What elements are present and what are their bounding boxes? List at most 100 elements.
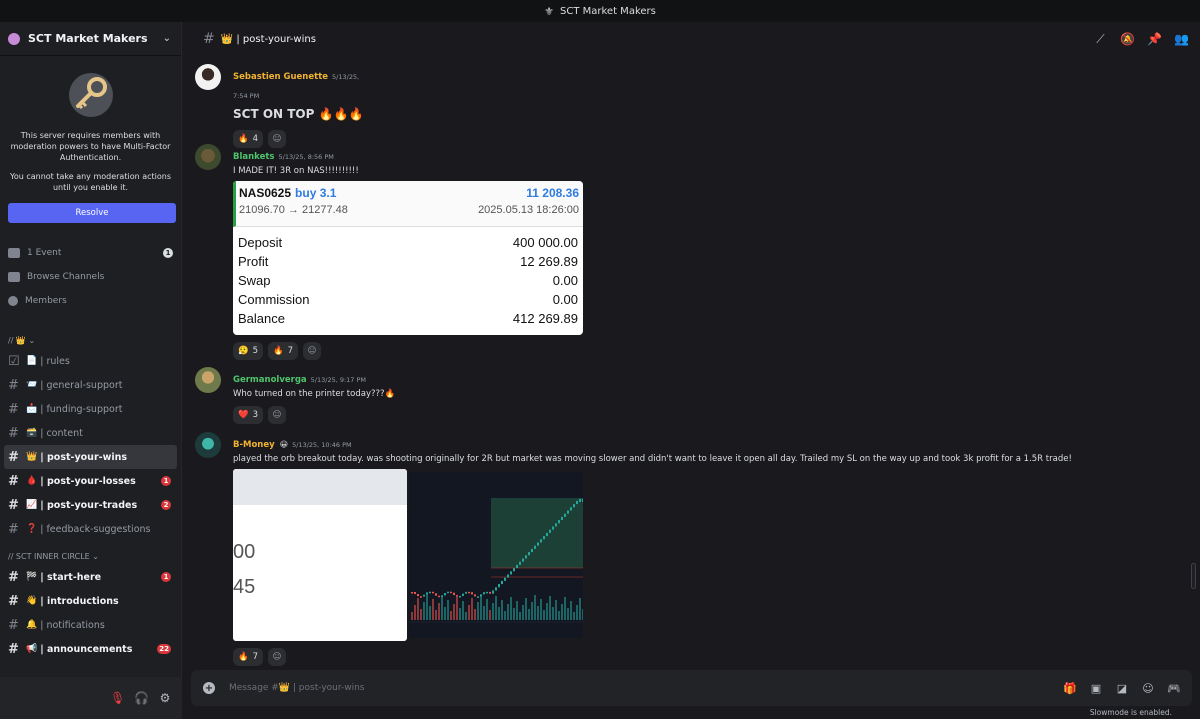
volume-bar	[498, 607, 500, 620]
mention-badge: 1	[161, 476, 171, 486]
trade-row: Commission 0.00	[238, 290, 578, 309]
resolve-button[interactable]: Resolve	[8, 203, 176, 223]
message-composer: + Message #👑 | post-your-wins 🎁 ▣ ◪ ☺ 🎮	[191, 670, 1192, 706]
reaction-relieved[interactable]: 😮‍💨 5	[233, 342, 264, 360]
volume-bar	[510, 597, 512, 620]
candle	[537, 542, 539, 546]
nav-events[interactable]: 1 Event 1	[0, 241, 181, 265]
hash-icon: #	[8, 377, 19, 393]
volume-bar	[504, 611, 506, 620]
image-number-1: 00	[233, 541, 256, 563]
candle	[510, 571, 512, 575]
reaction-emoji: 🔥	[238, 652, 249, 662]
volume-bar	[477, 602, 479, 620]
attachment-image-2[interactable]	[409, 472, 583, 638]
channel-name: | introductions	[40, 595, 119, 607]
reaction-fire[interactable]: 🔥 7	[233, 648, 264, 666]
pin-icon[interactable]: 📌	[1147, 32, 1162, 46]
username[interactable]: Sebastien Guenette	[233, 72, 328, 82]
emoji-icon[interactable]: ☺	[1142, 682, 1154, 695]
candle	[435, 593, 437, 596]
add-reaction-icon[interactable]: ☺	[303, 342, 322, 360]
channel-name: | funding-support	[40, 403, 123, 415]
trade-row: Deposit 400 000.00	[238, 233, 578, 252]
avatar[interactable]	[195, 432, 221, 458]
nav-members[interactable]: Members	[0, 289, 181, 313]
reaction-fire[interactable]: 🔥 7	[268, 342, 299, 360]
hash-icon: #	[8, 593, 19, 609]
username[interactable]: B-Money	[233, 440, 275, 450]
trade-screenshot[interactable]: NAS0625 buy 3.1 11 208.36 21096.70 → 212…	[233, 181, 583, 335]
volume-bar	[525, 598, 527, 620]
apps-gamepad-icon[interactable]: 🎮	[1167, 682, 1181, 695]
username[interactable]: Germanolverga	[233, 375, 307, 385]
volume-bar	[513, 608, 515, 620]
channel-post-your-losses[interactable]: # 🩸 | post-your-losses 1	[0, 469, 177, 493]
events-count-badge: 1	[163, 248, 173, 258]
channel-emoji: 🏁	[26, 572, 38, 582]
category-inner-circle[interactable]: // SCT INNER CIRCLE ⌄	[0, 547, 181, 565]
hash-icon: #	[203, 31, 215, 47]
attach-plus-icon[interactable]: +	[203, 682, 215, 694]
candle	[447, 591, 449, 594]
add-reaction-icon[interactable]: ☺	[268, 648, 287, 666]
reaction-count: 4	[252, 134, 259, 144]
gif-icon[interactable]: ▣	[1090, 682, 1102, 695]
channel-general-support[interactable]: # 📨 | general-support	[0, 373, 177, 397]
volume-bar	[435, 610, 437, 620]
chat-scrollbar[interactable]	[1191, 563, 1196, 589]
volume-bar	[423, 602, 425, 620]
channel-emoji: 🗃️	[26, 428, 38, 438]
channel-content[interactable]: # 🗃️ | content	[0, 421, 177, 445]
trade-profit: 11 208.36	[526, 186, 579, 200]
settings-gear-icon[interactable]: ⚙	[158, 691, 172, 705]
volume-bar	[567, 608, 569, 620]
chevron-down-icon[interactable]: ⌄	[163, 33, 171, 44]
volume-bar	[486, 599, 488, 620]
volume-bar	[570, 601, 572, 620]
username[interactable]: Blankets	[233, 152, 275, 162]
channel-name: | post-your-trades	[40, 499, 138, 511]
channel-introductions[interactable]: # 👋 | introductions	[0, 589, 177, 613]
category-crown[interactable]: // 👑 ⌄	[0, 331, 181, 349]
candle	[411, 592, 413, 594]
channel-rules[interactable]: ☑ 📄 | rules	[0, 349, 177, 373]
channel-announcements[interactable]: # 📢 | announcements 22	[0, 637, 177, 661]
candle	[474, 594, 476, 597]
avatar[interactable]	[195, 64, 221, 90]
threads-icon[interactable]: ⟋	[1094, 32, 1107, 46]
image-attachments: 00 45	[233, 469, 583, 641]
avatar[interactable]	[195, 367, 221, 393]
channel-notifications[interactable]: # 🔔 | notifications	[0, 613, 177, 637]
message-text: played the orb breakout today. was shoot…	[233, 454, 1072, 464]
message-input[interactable]: Message #👑 | post-your-wins	[229, 683, 365, 693]
reaction-count: 5	[252, 346, 259, 356]
reaction-heart[interactable]: ❤️ 3	[233, 406, 264, 424]
server-header[interactable]: SCT Market Makers ⌄	[0, 22, 181, 56]
channel-start-here[interactable]: # 🏁 | start-here 1	[0, 565, 177, 589]
hash-icon: #	[8, 449, 19, 465]
attachment-image-1[interactable]: 00 45	[233, 469, 407, 641]
trade-table: Deposit 400 000.00 Profit 12 269.89 Swap 0.…	[233, 227, 583, 328]
gift-icon[interactable]: 🎁	[1063, 682, 1077, 695]
sticker-icon[interactable]: ◪	[1116, 682, 1128, 695]
channel-post-your-wins[interactable]: # 👑 | post-your-wins	[4, 445, 177, 469]
channel-name: | rules	[40, 355, 70, 367]
candle	[459, 595, 461, 598]
headphones-icon[interactable]: 🎧	[134, 691, 149, 705]
nav-browse-channels[interactable]: Browse Channels	[0, 265, 181, 289]
avatar[interactable]	[195, 144, 221, 170]
notification-bell-muted-icon[interactable]: 🔕	[1120, 32, 1135, 46]
candle	[417, 594, 419, 597]
mute-microphone-icon[interactable]: 🎙	[110, 691, 125, 705]
add-reaction-icon[interactable]: ☺	[268, 406, 287, 424]
channel-feedback-suggestions[interactable]: # ❓ | feedback-suggestions	[0, 517, 177, 541]
candle	[516, 564, 518, 569]
reactions: 😮‍💨 5 🔥 7 ☺	[233, 342, 583, 360]
channel-post-your-trades[interactable]: # 📈 | post-your-trades 2	[0, 493, 177, 517]
channel-funding-support[interactable]: # 📩 | funding-support	[0, 397, 177, 421]
channel-emoji: 👋	[26, 596, 38, 606]
member-list-icon[interactable]: 👥	[1174, 32, 1189, 46]
row-value: 0.00	[552, 273, 578, 288]
volume-bar	[420, 609, 422, 620]
